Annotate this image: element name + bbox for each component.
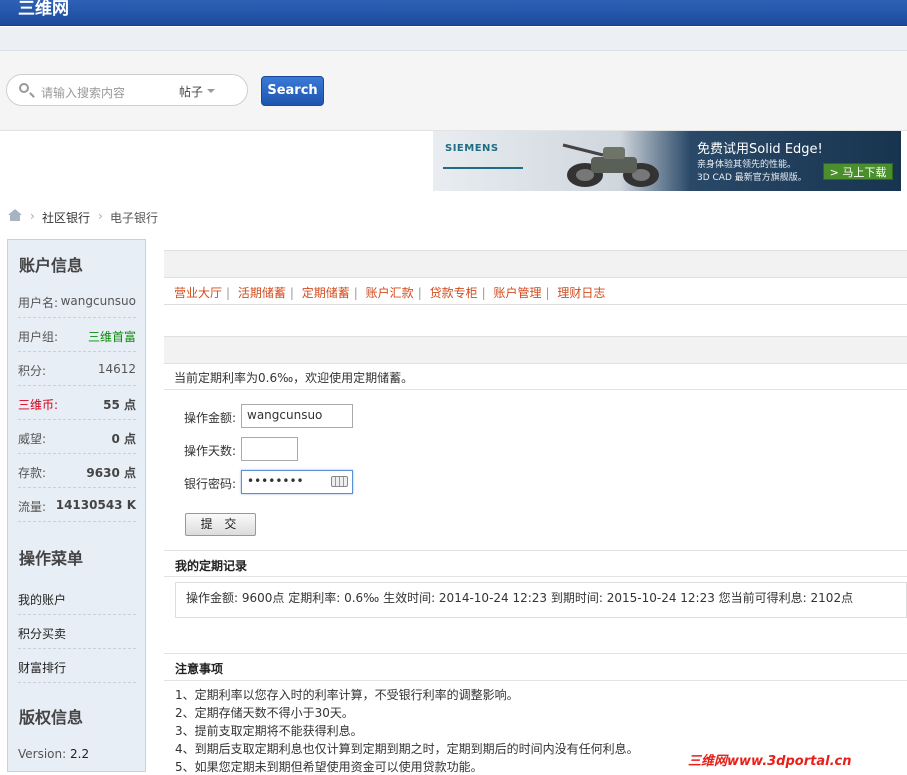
menu-item-wealth-ranking[interactable]: 财富排行 (18, 649, 136, 683)
version-info: Version: 2.2 (18, 747, 90, 761)
fixed-deposit-header-band (164, 336, 907, 364)
tab-demand-deposit[interactable]: 活期储蓄 (238, 286, 286, 300)
divider (164, 680, 907, 681)
account-info-title: 账户信息 (19, 256, 84, 275)
amount-label: 操作金额: (184, 411, 237, 425)
deposit-record-text: 操作金额: 9600点 定期利率: 0.6‰ 生效时间: 2014-10-24 … (186, 591, 854, 605)
ad-title: 免费试用Solid Edge! (697, 142, 823, 157)
breadcrumb-separator: › (98, 209, 103, 223)
days-input[interactable] (241, 437, 298, 461)
search-box[interactable]: 请输入搜索内容 帖子 (6, 74, 248, 106)
keyboard-icon[interactable] (331, 476, 348, 487)
header-band (0, 27, 907, 51)
breadcrumb-community-bank[interactable]: 社区银行 (42, 209, 90, 226)
bank-tabs: 营业大厅 | 活期储蓄 | 定期储蓄 | 账户汇款 | 贷款专柜 | 账户管理 | 理财日志 (164, 278, 907, 305)
watermark: 三维网www.3dportal.cn (688, 754, 852, 769)
search-icon (19, 83, 29, 93)
account-row-points: 积分: 14612 (18, 352, 136, 386)
divider (164, 550, 907, 551)
tab-transfer[interactable]: 账户汇款 (366, 286, 414, 300)
tab-finance-log[interactable]: 理财日志 (557, 286, 605, 300)
breadcrumb-separator: › (30, 209, 35, 223)
amount-input[interactable]: wangcunsuo (241, 404, 353, 428)
site-title[interactable]: 三维网 (18, 0, 69, 19)
ad-robot-image (562, 143, 659, 187)
siemens-ad-banner[interactable]: SIEMENS 免费试用Solid Edge! 亲身体验其领先的性能。 3D C… (433, 131, 901, 191)
home-icon[interactable] (8, 209, 22, 221)
ad-subtitle-2: 3D CAD 最新官方旗舰版。 (697, 173, 807, 183)
ad-subtitle-1: 亲身体验其领先的性能。 (697, 160, 797, 170)
account-row-username: 用户名: wangcunsuo (18, 284, 136, 318)
records-title: 我的定期记录 (175, 559, 248, 573)
chevron-down-icon[interactable] (207, 89, 215, 93)
fixed-deposit-intro: 当前定期利率为0.6‰，欢迎使用定期储蓄。 (174, 371, 414, 385)
divider (164, 576, 907, 577)
tab-fixed-deposit[interactable]: 定期储蓄 (302, 286, 350, 300)
search-button[interactable]: Search (261, 76, 324, 106)
sidebar: 账户信息 用户名: wangcunsuo 用户组: 三维首富 积分: 14612… (7, 239, 146, 772)
main-header-band (164, 250, 907, 278)
divider (164, 653, 907, 654)
note-item: 2、定期存储天数不得小于30天。 (175, 706, 354, 720)
search-input[interactable]: 请输入搜索内容 (41, 84, 125, 101)
copyright-title: 版权信息 (19, 708, 84, 727)
menu-item-points-trade[interactable]: 积分买卖 (18, 615, 136, 649)
breadcrumb-ebank: 电子银行 (110, 211, 159, 225)
submit-button[interactable]: 提 交 (185, 513, 256, 536)
account-row-coins: 三维币: 55 点 (18, 386, 136, 420)
tab-account-management[interactable]: 账户管理 (493, 286, 541, 300)
top-header-bar: 三维网 (0, 0, 907, 26)
menu-title: 操作菜单 (19, 549, 84, 568)
notes-title: 注意事项 (175, 662, 224, 676)
account-row-deposit: 存款: 9630 点 (18, 454, 136, 488)
ad-download-button[interactable]: > 马上下载 (823, 163, 893, 180)
account-row-prestige: 威望: 0 点 (18, 420, 136, 454)
deposit-record-row: 操作金额: 9600点 定期利率: 0.6‰ 生效时间: 2014-10-24 … (175, 582, 907, 618)
note-item: 1、定期利率以您存入时的利率计算，不受银行利率的调整影响。 (175, 688, 519, 702)
days-label: 操作天数: (184, 444, 237, 458)
divider (164, 389, 907, 390)
ad-logo-underline (443, 167, 523, 169)
ad-brand-logo: SIEMENS (445, 143, 499, 154)
note-item: 5、如果您定期未到期但希望使用资金可以使用贷款功能。 (175, 760, 483, 774)
menu-item-my-account[interactable]: 我的账户 (18, 581, 136, 615)
account-row-group: 用户组: 三维首富 (18, 318, 136, 352)
note-item: 4、到期后支取定期利息也仅计算到定期到期之时，定期到期后的时间内没有任何利息。 (175, 742, 639, 756)
tab-loans[interactable]: 贷款专柜 (430, 286, 478, 300)
note-item: 3、提前支取定期将不能获得利息。 (175, 724, 363, 738)
password-label: 银行密码: (184, 477, 237, 491)
tab-hall[interactable]: 营业大厅 (174, 286, 222, 300)
search-category-select[interactable]: 帖子 (179, 83, 203, 100)
account-row-traffic: 流量: 14130543 K (18, 488, 136, 522)
